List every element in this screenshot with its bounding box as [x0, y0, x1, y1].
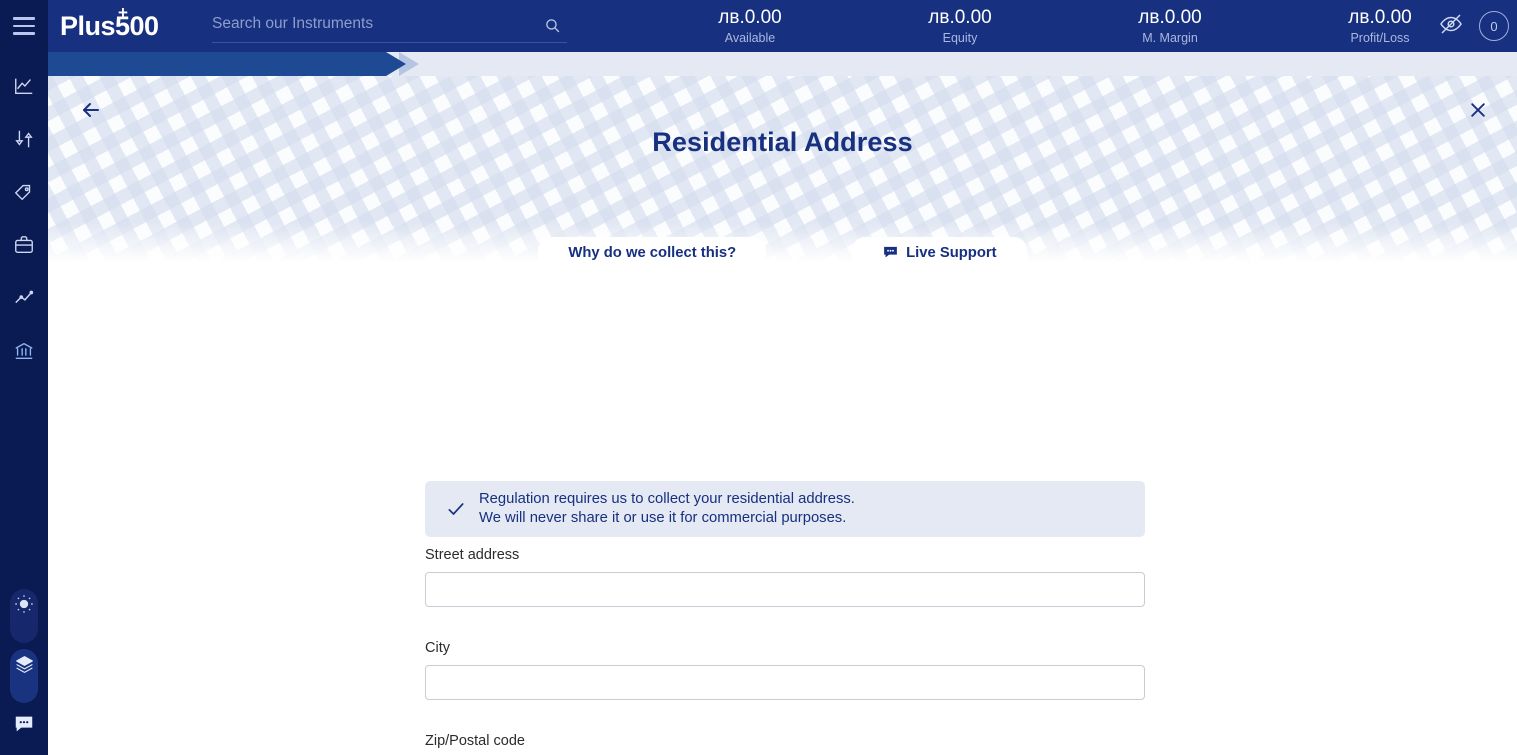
- sidebar-nav: [0, 59, 48, 377]
- back-button[interactable]: [74, 95, 108, 129]
- hamburger-bar: [13, 32, 35, 35]
- balance-label: Available: [724, 30, 776, 45]
- arrow-left-icon: [79, 98, 103, 127]
- hide-balances-button[interactable]: [1439, 12, 1463, 41]
- zip-postal-code-label: Zip/Postal code: [425, 733, 525, 749]
- briefcase-icon: [13, 234, 35, 256]
- chat-bubble-icon: [882, 244, 899, 261]
- progress-chevron-dark-icon: [386, 52, 406, 76]
- panel-tabs: Why do we collect this? Live Support: [48, 237, 1517, 268]
- left-sidebar: [0, 0, 48, 755]
- brightness-sun-icon: [14, 594, 34, 619]
- onboarding-progress-bar: [48, 52, 1517, 76]
- notification-count-value: 0: [1490, 18, 1498, 34]
- street-address-label: Street address: [425, 547, 520, 563]
- sidebar-chat-button[interactable]: [4, 709, 44, 743]
- close-x-icon: [1468, 100, 1488, 125]
- close-button[interactable]: [1461, 95, 1495, 129]
- tab-label: Live Support: [906, 244, 997, 261]
- price-tag-icon: [13, 181, 35, 203]
- search-bar[interactable]: [212, 9, 567, 43]
- balance-maintenance-margin: лв.0.00 M. Margin: [1065, 7, 1275, 46]
- page-title: Residential Address: [652, 127, 913, 157]
- balance-value: лв.0.00: [718, 6, 782, 28]
- balance-value: лв.0.00: [1138, 6, 1202, 28]
- trade-arrows-icon: [13, 128, 35, 150]
- sidebar-brightness-toggle[interactable]: [10, 589, 38, 643]
- progress-fill: [48, 52, 386, 76]
- city-label: City: [425, 640, 450, 656]
- plus500-logo[interactable]: Plus500 +: [60, 4, 200, 42]
- notice-line-2: We will never share it or use it for com…: [479, 510, 847, 526]
- sidebar-item-rates[interactable]: [0, 165, 48, 218]
- search-input[interactable]: [212, 14, 544, 37]
- tab-live-support[interactable]: Live Support: [852, 237, 1027, 268]
- balance-summary: лв.0.00 Available лв.0.00 Equity лв.0.00…: [645, 7, 1485, 46]
- balance-label: Equity: [942, 30, 978, 45]
- sidebar-item-charts[interactable]: [0, 59, 48, 112]
- field-street-address: Street address: [425, 547, 1145, 607]
- tab-why-do-we-collect-this[interactable]: Why do we collect this?: [538, 237, 767, 268]
- search-icon[interactable]: [544, 17, 561, 34]
- notification-count-badge[interactable]: 0: [1479, 11, 1509, 41]
- sidebar-item-trends[interactable]: [0, 271, 48, 324]
- balance-available: лв.0.00 Available: [645, 7, 855, 46]
- regulation-notice-text: Regulation requires us to collect your r…: [479, 490, 855, 529]
- street-address-input[interactable]: [425, 572, 1145, 607]
- eye-off-icon: [1439, 12, 1463, 41]
- tab-label: Why do we collect this?: [568, 244, 737, 261]
- balance-label: M. Margin: [1142, 30, 1198, 45]
- regulation-notice: Regulation requires us to collect your r…: [425, 481, 1145, 537]
- city-input[interactable]: [425, 665, 1145, 700]
- hamburger-menu-icon[interactable]: [0, 0, 48, 52]
- top-bar: Plus500 + лв.0.00 Available лв.0.00 Equi…: [48, 0, 1517, 52]
- field-zip-postal-code: Zip/Postal code: [425, 733, 1145, 755]
- layers-stack-icon: [14, 654, 35, 680]
- notice-line-1: Regulation requires us to collect your r…: [479, 490, 855, 507]
- panel-header: Residential Address Why do we collect th…: [48, 76, 1517, 268]
- bank-institution-icon: [13, 340, 35, 362]
- app-root: Plus500 + лв.0.00 Available лв.0.00 Equi…: [0, 0, 1517, 755]
- sidebar-bottom-controls: [0, 589, 48, 755]
- sidebar-item-funds[interactable]: [0, 324, 48, 377]
- panel-content: Regulation requires us to collect your r…: [48, 268, 1517, 749]
- balance-value: лв.0.00: [928, 6, 992, 28]
- logo-plus-icon: +: [118, 2, 128, 22]
- hamburger-bar: [13, 24, 35, 28]
- sidebar-item-trade[interactable]: [0, 112, 48, 165]
- check-icon: [441, 499, 471, 519]
- chat-bubble-icon: [13, 713, 35, 740]
- logo-text: Plus500: [60, 10, 159, 41]
- sidebar-layers-toggle[interactable]: [10, 649, 38, 703]
- field-city: City: [425, 640, 1145, 700]
- hamburger-bar: [13, 17, 35, 20]
- chart-line-icon: [13, 75, 35, 97]
- trends-sparkline-icon: [13, 287, 35, 309]
- top-bar-actions: 0: [1439, 0, 1509, 52]
- balance-equity: лв.0.00 Equity: [855, 7, 1065, 46]
- residential-address-panel: Residential Address Why do we collect th…: [48, 76, 1517, 755]
- sidebar-item-portfolio[interactable]: [0, 218, 48, 271]
